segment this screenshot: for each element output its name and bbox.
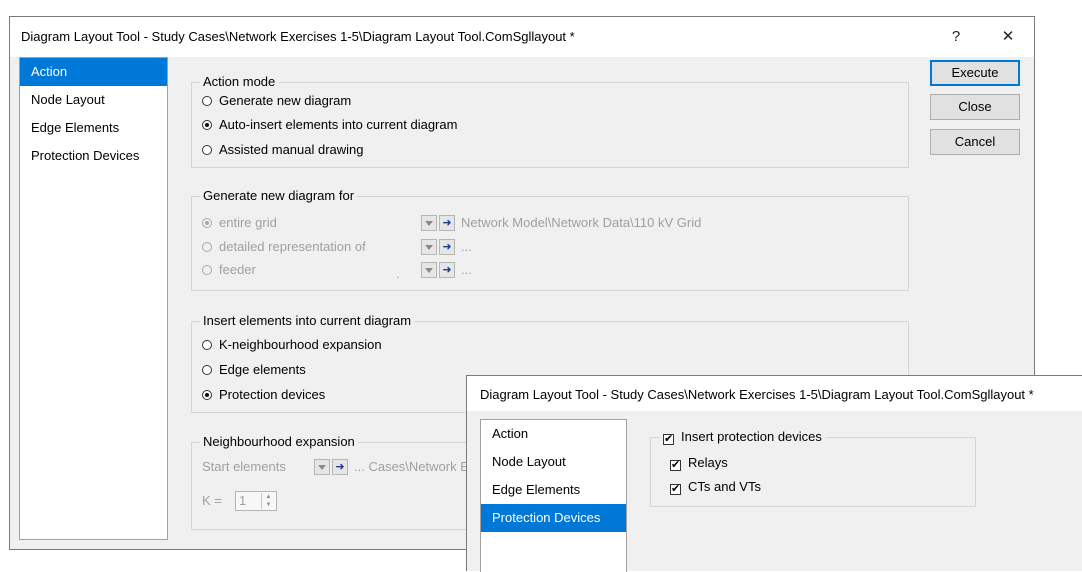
arrow-right-icon: ➜ [335, 461, 345, 473]
help-icon[interactable]: ? [936, 23, 976, 51]
arrow-right-icon: ➜ [442, 264, 452, 276]
radio-indicator[interactable] [202, 340, 212, 350]
nav-item-node-layout[interactable]: Node Layout [481, 448, 626, 476]
radio-indicator[interactable] [202, 265, 212, 275]
generate-for-label: Generate new diagram for [200, 188, 358, 203]
feeder-dot: . [396, 266, 400, 281]
checkbox-label: Insert protection devices [681, 429, 822, 444]
grid-select-button[interactable]: ➜ [439, 215, 455, 231]
checkbox-label: Relays [688, 455, 728, 470]
chevron-down-icon [425, 221, 433, 226]
radio-auto-insert[interactable]: Auto-insert elements into current diagra… [202, 116, 457, 134]
title-bar[interactable]: Diagram Layout Tool - Study Cases\Networ… [10, 17, 1034, 57]
feeder-path: ... [461, 262, 472, 277]
radio-indicator[interactable] [202, 145, 212, 155]
radio-label: Generate new diagram [219, 93, 352, 108]
k-label: K = [202, 493, 222, 508]
radio-k-neighbourhood[interactable]: K-neighbourhood expansion [202, 336, 382, 354]
detailed-select-button[interactable]: ➜ [439, 239, 455, 255]
radio-generate-new-diagram[interactable]: Generate new diagram [202, 92, 351, 110]
cts-vts-checkbox[interactable]: ✔ CTs and VTs [670, 478, 761, 496]
nav-item-protection-devices[interactable]: Protection Devices [20, 142, 167, 170]
grid-dropdown-button[interactable] [421, 215, 437, 231]
insert-elements-label: Insert elements into current diagram [200, 313, 415, 328]
page-nav-list: Action Node Layout Edge Elements Protect… [19, 57, 168, 540]
radio-edge-elements[interactable]: Edge elements [202, 361, 306, 379]
insert-protection-checkbox[interactable]: ✔ Insert protection devices [660, 428, 825, 446]
nav-item-action[interactable]: Action [481, 420, 626, 448]
close-button[interactable]: Close [930, 94, 1020, 120]
radio-protection-devices[interactable]: Protection devices [202, 386, 325, 404]
overlay-dialog-window: Diagram Layout Tool - Study Cases\Networ… [466, 375, 1082, 572]
arrow-right-icon: ➜ [442, 241, 452, 253]
window-title: Diagram Layout Tool - Study Cases\Networ… [21, 29, 575, 44]
radio-label: detailed representation of [219, 239, 366, 254]
chevron-down-icon [425, 245, 433, 250]
start-select-button[interactable]: ➜ [332, 459, 348, 475]
nav-item-node-layout[interactable]: Node Layout [20, 86, 167, 114]
k-spinner[interactable]: 1 ▲ ▼ [235, 491, 277, 511]
feeder-dropdown-button[interactable] [421, 262, 437, 278]
radio-label: Edge elements [219, 362, 306, 377]
radio-label: entire grid [219, 215, 277, 230]
radio-assisted-manual-drawing[interactable]: Assisted manual drawing [202, 141, 364, 159]
overlay-title-bar[interactable]: Diagram Layout Tool - Study Cases\Networ… [467, 376, 1082, 411]
insert-protection-group: ✔ Insert protection devices ✔ Relays ✔ CTs … [650, 428, 976, 507]
grid-path: Network Model\Network Data\110 kV Grid [461, 215, 702, 230]
detailed-path: ... [461, 239, 472, 254]
overlay-window-title: Diagram Layout Tool - Study Cases\Networ… [480, 387, 1034, 402]
radio-label: K-neighbourhood expansion [219, 337, 382, 352]
nav-item-action[interactable]: Action [20, 58, 167, 86]
radio-indicator[interactable] [202, 120, 212, 130]
radio-entire-grid[interactable]: entire grid [202, 214, 277, 232]
action-mode-group: Action mode Generate new diagram Auto-in… [191, 74, 909, 168]
radio-label: Auto-insert elements into current diagra… [219, 117, 458, 132]
radio-indicator[interactable] [202, 390, 212, 400]
nav-item-edge-elements[interactable]: Edge Elements [481, 476, 626, 504]
neighbourhood-label: Neighbourhood expansion [200, 434, 358, 449]
radio-indicator[interactable] [202, 96, 212, 106]
spin-arrows-icon[interactable]: ▲ ▼ [261, 493, 275, 509]
radio-label: feeder [219, 262, 256, 277]
radio-detailed-representation[interactable]: detailed representation of [202, 238, 366, 256]
radio-indicator[interactable] [202, 365, 212, 375]
overlay-nav-list: Action Node Layout Edge Elements Protect… [480, 419, 627, 572]
relays-checkbox[interactable]: ✔ Relays [670, 454, 728, 472]
k-value: 1 [239, 493, 247, 508]
cancel-button[interactable]: Cancel [930, 129, 1020, 155]
arrow-right-icon: ➜ [442, 217, 452, 229]
radio-label: Assisted manual drawing [219, 142, 364, 157]
radio-indicator[interactable] [202, 242, 212, 252]
start-elements-path: ... Cases\Network E [354, 459, 469, 474]
close-icon[interactable]: ✕ [988, 23, 1028, 51]
nav-item-protection-devices[interactable]: Protection Devices [481, 504, 626, 532]
execute-button[interactable]: Execute [930, 60, 1020, 86]
start-elements-label: Start elements [202, 459, 286, 474]
generate-for-group: Generate new diagram for entire grid det… [191, 188, 909, 291]
feeder-select-button[interactable]: ➜ [439, 262, 455, 278]
checkbox-indicator[interactable]: ✔ [663, 434, 674, 445]
chevron-down-icon [318, 465, 326, 470]
nav-item-edge-elements[interactable]: Edge Elements [20, 114, 167, 142]
chevron-down-icon [425, 268, 433, 273]
checkbox-label: CTs and VTs [688, 479, 761, 494]
radio-label: Protection devices [219, 387, 326, 402]
checkbox-indicator[interactable]: ✔ [670, 484, 681, 495]
start-dropdown-button[interactable] [314, 459, 330, 475]
radio-indicator[interactable] [202, 218, 212, 228]
radio-feeder[interactable]: feeder [202, 261, 256, 279]
checkbox-indicator[interactable]: ✔ [670, 460, 681, 471]
detailed-dropdown-button[interactable] [421, 239, 437, 255]
action-mode-label: Action mode [200, 74, 279, 89]
